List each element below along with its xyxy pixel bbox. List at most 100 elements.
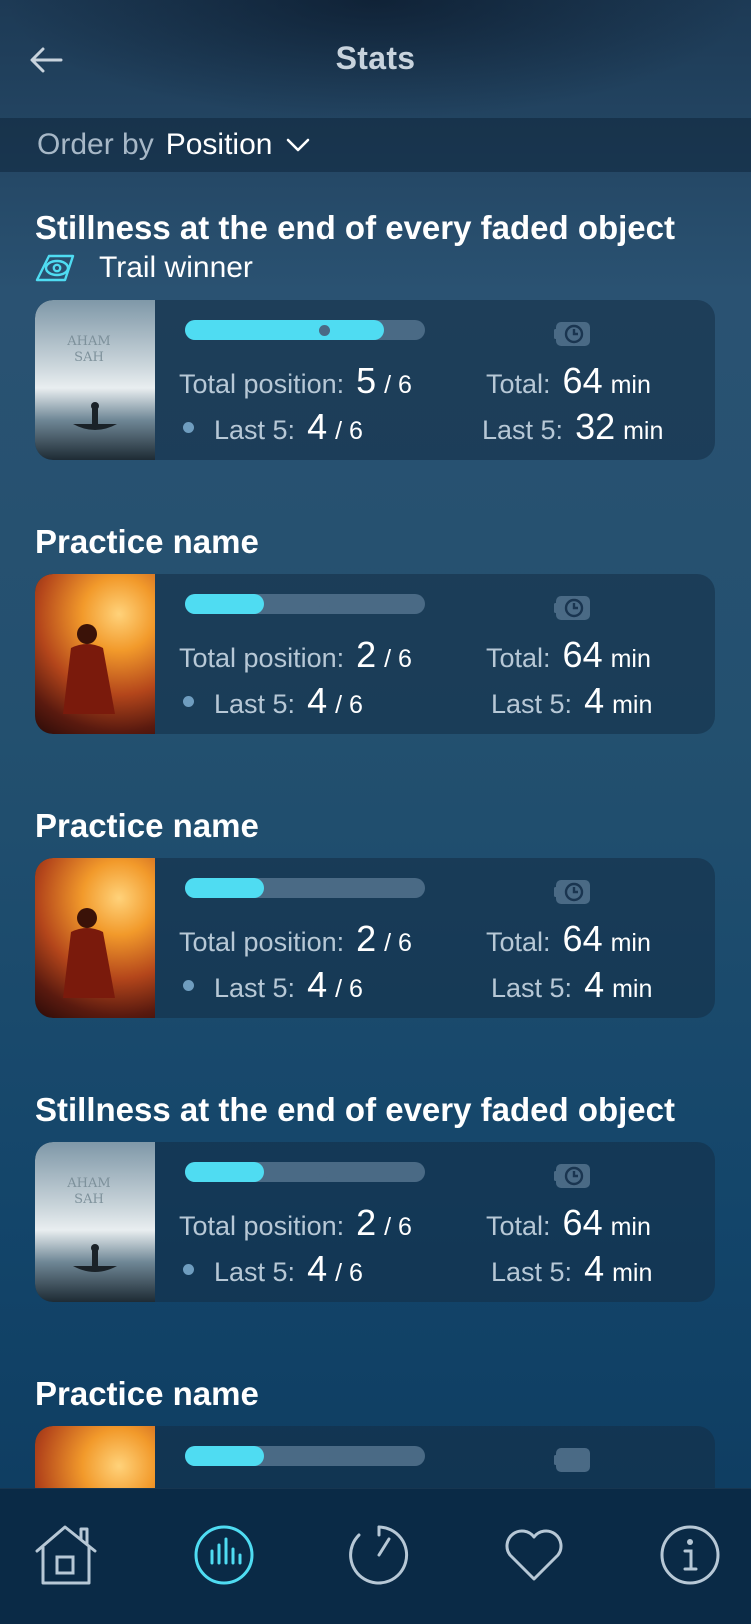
practice-title: Practice name — [35, 807, 259, 844]
boat-figure-icon — [73, 402, 117, 430]
last5-value: 4 — [307, 680, 328, 721]
practice-thumbnail — [35, 858, 155, 1018]
last5-label: Last 5: — [214, 1257, 296, 1287]
total-position-label: Total position: — [179, 927, 345, 957]
practice-card[interactable]: AHAM SAH — [35, 300, 715, 460]
practice-thumbnail — [35, 574, 155, 734]
practice-title: Stillness at the end of every faded obje… — [35, 1091, 676, 1128]
practice-section: Practice name — [35, 1374, 715, 1488]
last5-time-label: Last 5: — [491, 1257, 573, 1287]
last5-of: / 6 — [335, 691, 363, 719]
home-icon — [35, 1525, 97, 1585]
page-title: Stats — [335, 40, 416, 76]
info-icon — [660, 1525, 720, 1585]
total-position-value: 2 — [356, 918, 377, 959]
practice-list: Stillness at the end of every faded obje… — [0, 172, 751, 1488]
total-position-value: 2 — [356, 1202, 377, 1243]
total-position-of: / 6 — [384, 1213, 412, 1241]
practice-thumbnail: AHAM SAH — [35, 1142, 155, 1302]
practice-thumbnail — [35, 1426, 155, 1488]
last5-time-unit: min — [623, 417, 664, 445]
last5-of: / 6 — [335, 417, 363, 445]
progress-marker — [319, 325, 330, 336]
thumbnail-caption: AHAM SAH — [67, 334, 111, 365]
clock-icon — [554, 322, 590, 346]
total-position-label: Total position: — [179, 369, 345, 399]
nav-stats[interactable] — [188, 1519, 260, 1591]
last5-time-label: Last 5: — [482, 415, 564, 445]
position-progress-bar — [185, 1162, 425, 1182]
last5-value: 4 — [307, 964, 328, 1005]
total-time-value: 64 — [562, 360, 603, 401]
total-time-unit: min — [610, 645, 651, 673]
total-position-label: Total position: — [179, 1211, 345, 1241]
clock-icon — [554, 880, 590, 904]
stats-screen: Stats Order by Position Stillness at the… — [0, 0, 751, 1624]
last5-of: / 6 — [335, 975, 363, 1003]
position-progress-bar — [185, 878, 425, 898]
bottom-nav — [0, 1488, 751, 1624]
last5-label: Last 5: — [214, 415, 296, 445]
practice-title: Practice name — [35, 523, 259, 560]
practice-section: Stillness at the end of every faded obje… — [35, 1090, 715, 1302]
boat-figure-icon — [73, 1244, 117, 1272]
practice-card[interactable] — [35, 1426, 715, 1488]
order-by-label: Order by — [37, 128, 154, 161]
last5-of: / 6 — [335, 1259, 363, 1287]
header: Stats — [0, 0, 751, 118]
last5-time-unit: min — [612, 1259, 653, 1287]
practice-section: Stillness at the end of every faded obje… — [35, 208, 715, 460]
practice-section: Practice name — [35, 522, 715, 734]
total-position-of: / 6 — [384, 645, 412, 673]
last5-position-row: Last 5: 4 / 6 — [183, 1248, 363, 1290]
nav-timer[interactable] — [343, 1519, 415, 1591]
trail-winner-label: Trail winner — [99, 251, 253, 284]
total-position-row: Total position: 2 / 6 — [179, 918, 412, 960]
total-time-row: Total: 64 min — [486, 918, 651, 960]
progress-fill — [185, 594, 265, 614]
position-progress-bar — [185, 594, 425, 614]
last5-position-row: Last 5: 4 / 6 — [183, 406, 363, 448]
last5-time-label: Last 5: — [491, 973, 573, 1003]
total-time-label: Total: — [486, 369, 551, 399]
bullet-icon — [183, 696, 194, 707]
progress-marker — [319, 1167, 330, 1178]
practice-title: Practice name — [35, 1375, 259, 1412]
monk-figure-icon — [63, 908, 115, 998]
total-time-row: Total: 64 min — [486, 360, 651, 402]
last5-time-value: 4 — [584, 680, 605, 721]
order-by-dropdown[interactable]: Position — [166, 128, 311, 162]
last5-label: Last 5: — [214, 973, 296, 1003]
chevron-down-icon — [287, 138, 310, 152]
last5-time-row: Last 5: 4 min — [491, 1248, 652, 1290]
last5-time-label: Last 5: — [491, 689, 573, 719]
total-time-value: 64 — [562, 918, 603, 959]
total-time-unit: min — [610, 929, 651, 957]
practice-title: Stillness at the end of every faded obje… — [35, 209, 676, 246]
nav-home[interactable] — [30, 1519, 102, 1591]
nav-favorites[interactable] — [498, 1519, 570, 1591]
total-position-row: Total position: 2 / 6 — [179, 634, 412, 676]
practice-card[interactable]: AHAM SAH — [35, 1142, 715, 1302]
progress-fill — [185, 320, 385, 340]
practice-section: Practice name — [35, 806, 715, 1018]
progress-fill — [185, 1162, 265, 1182]
stats-icon — [194, 1525, 254, 1585]
total-time-value: 64 — [562, 634, 603, 675]
progress-marker — [319, 883, 330, 894]
total-position-value: 5 — [356, 360, 377, 401]
nav-info[interactable] — [654, 1519, 726, 1591]
last5-time-value: 4 — [584, 1248, 605, 1289]
practice-card[interactable]: Total position: 2 / 6 Last 5: 4 / 6 Tota… — [35, 574, 715, 734]
bullet-icon — [183, 980, 194, 991]
total-time-label: Total: — [486, 1211, 551, 1241]
heart-icon — [505, 1529, 563, 1581]
position-progress-bar — [185, 1446, 425, 1466]
last5-time-unit: min — [612, 975, 653, 1003]
bullet-icon — [183, 1264, 194, 1275]
total-position-value: 2 — [356, 634, 377, 675]
total-position-of: / 6 — [384, 929, 412, 957]
clock-icon — [554, 1448, 590, 1472]
practice-card[interactable]: Total position: 2 / 6 Last 5: 4 / 6 Tota… — [35, 858, 715, 1018]
total-time-unit: min — [610, 1213, 651, 1241]
